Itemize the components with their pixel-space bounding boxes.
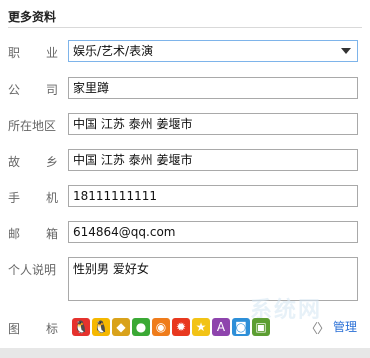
occupation-select-value: 娱乐/艺术/表演 — [73, 44, 154, 58]
bio-textarea-value: 性别男 爱好女 — [73, 262, 149, 276]
qq-penguin-icon[interactable]: 🐧 — [92, 318, 110, 336]
location-label: 所在地区 — [8, 119, 57, 133]
icons-label-char-1: 图 — [8, 322, 21, 336]
chevron-down-icon — [341, 48, 351, 54]
mobile-label: 手 机 — [8, 189, 58, 206]
mobile-input[interactable]: 18111111111 — [68, 185, 358, 207]
icons-label-char-2: 标 — [45, 322, 58, 336]
gold-badge-icon[interactable]: ◆ — [112, 318, 130, 336]
bottom-bar — [0, 348, 370, 358]
mobile-input-value: 18111111111 — [73, 189, 157, 203]
app-icon-glyph: A — [216, 320, 226, 334]
yellow-star-icon[interactable]: ★ — [192, 318, 210, 336]
orange-flame-icon-glyph: ◉ — [155, 320, 167, 334]
red-sun-icon[interactable]: ✹ — [172, 318, 190, 336]
mobile-label-char-1: 手 — [8, 191, 21, 205]
occupation-select[interactable]: 娱乐/艺术/表演 — [68, 40, 358, 62]
bio-label: 个人说明 — [8, 263, 57, 277]
qq-penguin-colorful-icon[interactable]: 🐧 — [72, 318, 90, 336]
company-input-value: 家里蹲 — [73, 81, 110, 95]
location-input-value: 中国 江苏 泰州 姜堰市 — [73, 117, 193, 131]
game-icon[interactable]: ▣ — [252, 318, 270, 336]
hometown-input-value: 中国 江苏 泰州 姜堰市 — [73, 153, 193, 167]
next-arrow-icon[interactable]: 〉 — [317, 318, 330, 337]
app-icon[interactable]: A — [212, 318, 230, 336]
occupation-label-char-2: 业 — [45, 46, 58, 60]
company-label: 公 司 — [8, 81, 58, 98]
section-divider — [8, 27, 362, 28]
manage-link[interactable]: 管理 — [333, 318, 357, 335]
occupation-label: 职 业 — [8, 44, 58, 61]
qq-penguin-colorful-icon-glyph: 🐧 — [73, 320, 89, 334]
qq-penguin-icon-glyph: 🐧 — [93, 320, 109, 334]
hometown-label-char-1: 故 — [8, 155, 21, 169]
hometown-label-char-2: 乡 — [45, 155, 58, 169]
green-badge-icon[interactable]: ● — [132, 318, 150, 336]
yellow-star-icon-glyph: ★ — [195, 320, 207, 334]
email-label: 邮 箱 — [8, 225, 58, 242]
company-label-char-2: 司 — [45, 83, 58, 97]
mobile-label-char-2: 机 — [45, 191, 58, 205]
location-input[interactable]: 中国 江苏 泰州 姜堰市 — [68, 113, 358, 135]
email-label-char-1: 邮 — [8, 227, 21, 241]
email-input[interactable]: 614864@qq.com — [68, 221, 358, 243]
game-icon-glyph: ▣ — [255, 320, 267, 334]
orange-flame-icon[interactable]: ◉ — [152, 318, 170, 336]
hometown-label: 故 乡 — [8, 153, 58, 170]
red-sun-icon-glyph: ✹ — [175, 320, 187, 334]
section-title: 更多资料 — [8, 10, 57, 24]
icon-list: 🐧 🐧 ◆ ● ◉ ✹ ★ A ◙ ▣ — [72, 318, 270, 336]
hometown-input[interactable]: 中国 江苏 泰州 姜堰市 — [68, 149, 358, 171]
email-label-char-2: 箱 — [45, 227, 58, 241]
company-label-char-1: 公 — [8, 83, 21, 97]
occupation-label-char-1: 职 — [8, 46, 21, 60]
camera-icon-glyph: ◙ — [235, 320, 247, 334]
company-input[interactable]: 家里蹲 — [68, 77, 358, 99]
icons-label: 图 标 — [8, 320, 58, 337]
email-input-value: 614864@qq.com — [73, 225, 176, 239]
camera-icon[interactable]: ◙ — [232, 318, 250, 336]
gold-badge-icon-glyph: ◆ — [116, 320, 126, 334]
green-badge-icon-glyph: ● — [135, 320, 147, 334]
